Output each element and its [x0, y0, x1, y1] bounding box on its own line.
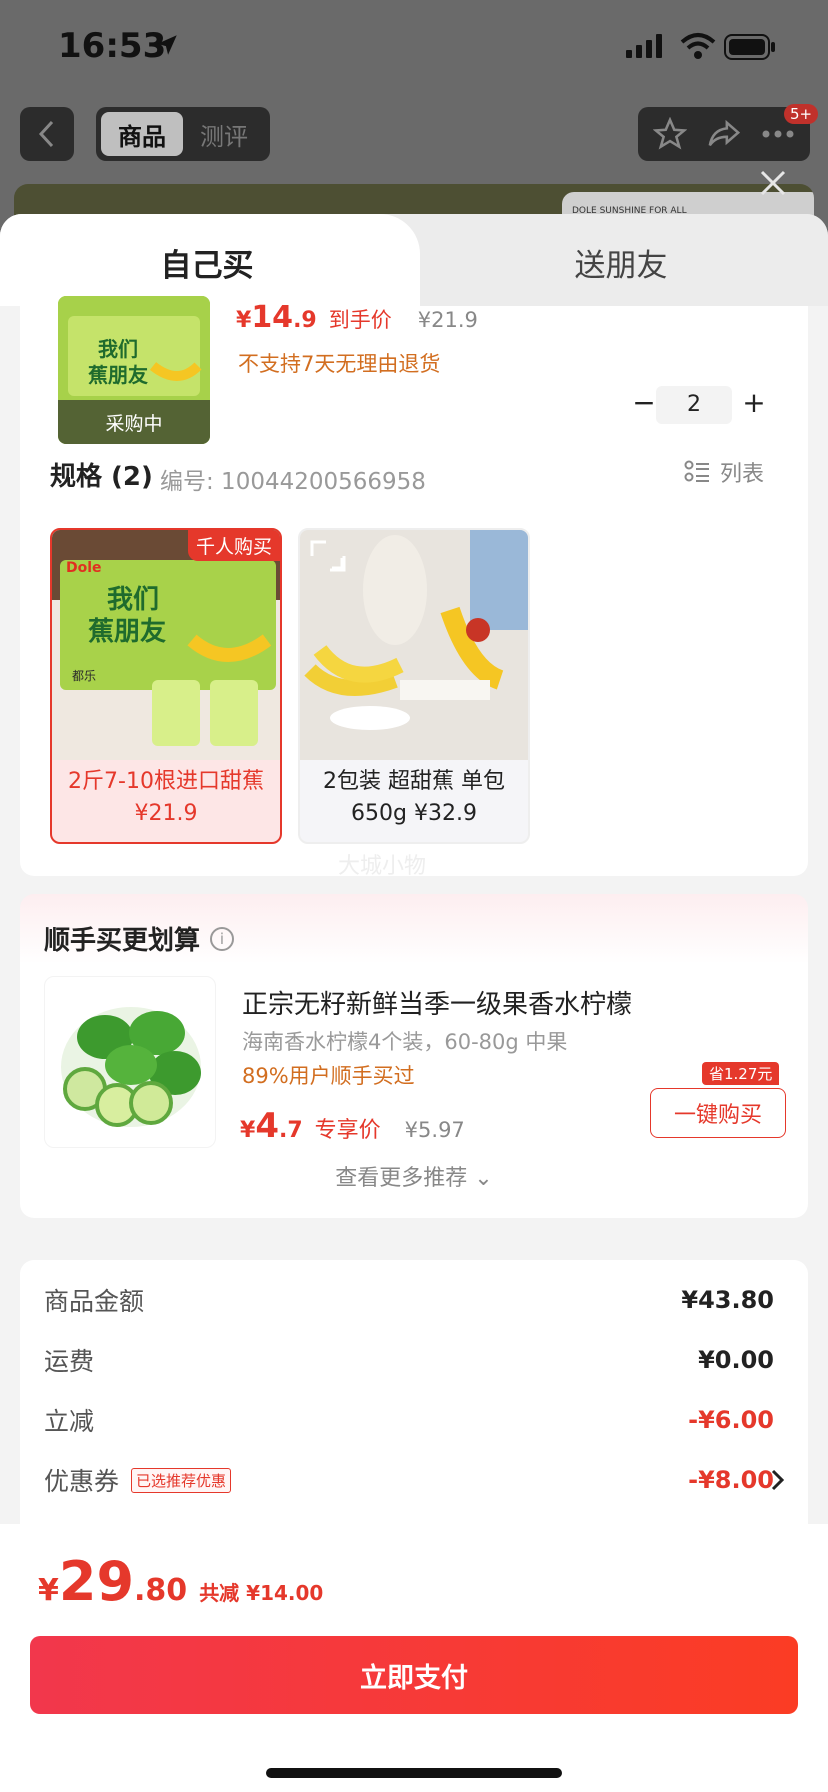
svg-text:我们: 我们 [98, 337, 138, 361]
price-summary-card: 商品金额 ¥43.80 运费 ¥0.00 立减 -¥6.00 优惠券 已选推荐优… [20, 1260, 808, 1560]
price-int: 14 [251, 300, 294, 335]
summary-label: 优惠券 已选推荐优惠 [44, 1462, 232, 1498]
summary-value: ¥0.00 [698, 1346, 774, 1374]
back-button[interactable] [20, 107, 74, 161]
spec-option-price: 650g ¥32.9 [351, 801, 477, 826]
upsell-price-symbol: ¥ [240, 1118, 256, 1143]
summary-value: -¥6.00 [688, 1406, 774, 1434]
summary-label: 运费 [44, 1347, 95, 1376]
one-click-buy-button[interactable]: 一键购买 [650, 1088, 786, 1138]
chevron-left-icon [38, 120, 54, 148]
total-symbol: ¥ [38, 1573, 59, 1608]
battery-icon [724, 34, 775, 60]
summary-label: 商品金额 [44, 1287, 145, 1316]
upsell-product-desc: 海南香水柠檬4个装，60-80g 中果 [242, 1030, 568, 1054]
svg-text:我们: 我们 [107, 585, 159, 615]
list-view-toggle[interactable]: 列表 [684, 456, 764, 488]
cellular-signal-icon [626, 34, 662, 58]
see-more-recommendations[interactable]: 查看更多推荐 ⌄ [20, 1160, 808, 1192]
spec-hot-badge: 千人购买 [187, 530, 280, 561]
page-tabs: 商品 测评 [96, 107, 270, 161]
status-time: 16:53 [58, 26, 167, 66]
tab-review[interactable]: 测评 [183, 112, 265, 156]
price-row: ¥14.9 到手价 ¥21.9 [236, 300, 478, 335]
return-policy-note: 不支持7天无理由退货 [238, 352, 441, 376]
wifi-icon [680, 33, 716, 59]
upsell-product-name[interactable]: 正宗无籽新鲜当季一级果香水柠檬 [242, 984, 632, 1021]
spec-option-label: 2包装 超甜蕉 单包 650g ¥32.9 [300, 766, 528, 830]
upsell-price-int: 4 [255, 1106, 279, 1146]
svg-text:都乐: 都乐 [72, 669, 96, 683]
price-tag: 到手价 [328, 308, 392, 332]
spec-title: 规格 (2) [50, 462, 153, 492]
total-price: ¥ 29 .80 共减 ¥14.00 [38, 1550, 323, 1613]
message-badge: 5+ [784, 104, 819, 124]
spec-option-name: 2包装 超甜蕉 单包 [323, 769, 505, 794]
upsell-buy-rate: 89%用户顺手买过 [242, 1064, 415, 1088]
tab-product[interactable]: 商品 [101, 112, 183, 156]
spec-option-price: ¥21.9 [134, 801, 198, 826]
upsell-price-dec: .7 [278, 1118, 303, 1143]
summary-value: ¥43.80 [681, 1286, 774, 1314]
summary-row-goods: 商品金额 ¥43.80 [44, 1278, 774, 1322]
summary-value: -¥8.00 [688, 1466, 774, 1494]
tab-buy-for-self[interactable]: 自己买 [0, 240, 414, 285]
price-dec: .9 [293, 308, 317, 333]
upsell-price: ¥4.7 [240, 1106, 303, 1146]
close-icon[interactable] [756, 166, 790, 200]
stock-status-label: 采购中 [58, 400, 210, 444]
price-symbol: ¥ [236, 308, 252, 333]
total-int: 29 [58, 1550, 135, 1613]
spec-option[interactable]: 2包装 超甜蕉 单包 650g ¥32.9 [298, 528, 530, 844]
spec-image-banana-box: 我们 蕉朋友 Dole 都乐 [52, 530, 280, 760]
spec-option-selected[interactable]: 我们 蕉朋友 Dole 都乐 千人购买 2斤7-10根进口甜蕉 ¥21.9 [50, 528, 282, 844]
price-current: ¥14.9 [236, 300, 317, 335]
quantity-increase-button[interactable]: + [736, 386, 772, 422]
status-bar: 16:53 [0, 0, 828, 96]
summary-label: 立减 [44, 1407, 95, 1436]
checkout-footer: ¥ 29 .80 共减 ¥14.00 立即支付 [0, 1524, 828, 1792]
share-icon[interactable] [706, 117, 742, 151]
chevron-right-icon[interactable] [770, 1468, 786, 1492]
upsell-title-text: 顺手买更划算 [44, 926, 201, 956]
info-icon[interactable]: i [210, 926, 235, 951]
more-icon[interactable] [761, 129, 795, 139]
lemon-product-image[interactable] [44, 976, 216, 1148]
price-original: ¥21.9 [417, 308, 478, 332]
purchase-sheet: 自己买 送朋友 我们 蕉朋友 采购中 ¥14.9 到手价 ¥21.9 不支持7天… [0, 214, 828, 1792]
upsell-title: 顺手买更划算 i [44, 920, 235, 957]
total-dec: .80 [134, 1573, 188, 1608]
pay-now-button[interactable]: 立即支付 [30, 1636, 798, 1714]
upsell-price-row: ¥4.7 专享价 ¥5.97 [240, 1106, 465, 1146]
watermark: 大城小物 [338, 854, 427, 879]
upsell-card: 顺手买更划算 i 正宗无籽新鲜当季一级果香水柠檬 海南香水柠檬4个装，60-80… [20, 894, 808, 1218]
product-card: 我们 蕉朋友 采购中 ¥14.9 到手价 ¥21.9 不支持7天无理由退货 − … [20, 296, 808, 879]
product-thumbnail: 我们 蕉朋友 采购中 [58, 296, 210, 444]
total-savings: 共减 ¥14.00 [199, 1581, 324, 1605]
list-icon [684, 460, 709, 482]
quantity-value[interactable]: 2 [656, 386, 732, 424]
svg-text:蕉朋友: 蕉朋友 [88, 363, 148, 387]
tab-gift-to-friend[interactable]: 送朋友 [414, 240, 828, 285]
purchase-tabs: 自己买 送朋友 [0, 214, 828, 306]
svg-text:Dole: Dole [66, 560, 102, 576]
summary-row-discount: 立减 -¥6.00 [44, 1398, 774, 1442]
location-arrow-icon [157, 35, 177, 55]
list-toggle-label: 列表 [720, 462, 765, 487]
coupon-tag: 已选推荐优惠 [131, 1467, 232, 1493]
spec-option-name: 2斤7-10根进口甜蕉 [68, 769, 264, 794]
background-page: 16:53 商品 测评 5+ DOLE SUNSHINE FOR ALL [0, 0, 828, 244]
star-icon[interactable] [653, 117, 688, 151]
save-badge: 省1.27元 [702, 1062, 780, 1085]
expand-icon[interactable] [310, 540, 344, 570]
spec-option-label: 2斤7-10根进口甜蕉 ¥21.9 [52, 766, 280, 830]
upsell-price-original: ¥5.97 [404, 1118, 465, 1142]
svg-text:蕉朋友: 蕉朋友 [88, 617, 166, 647]
coupon-label: 优惠券 [44, 1467, 120, 1496]
upsell-price-tag: 专享价 [314, 1118, 381, 1143]
summary-row-coupon[interactable]: 优惠券 已选推荐优惠 -¥8.00 [44, 1458, 774, 1502]
summary-row-shipping: 运费 ¥0.00 [44, 1338, 774, 1382]
product-code: 编号: 10044200566958 [160, 469, 426, 495]
home-indicator[interactable] [266, 1768, 562, 1778]
